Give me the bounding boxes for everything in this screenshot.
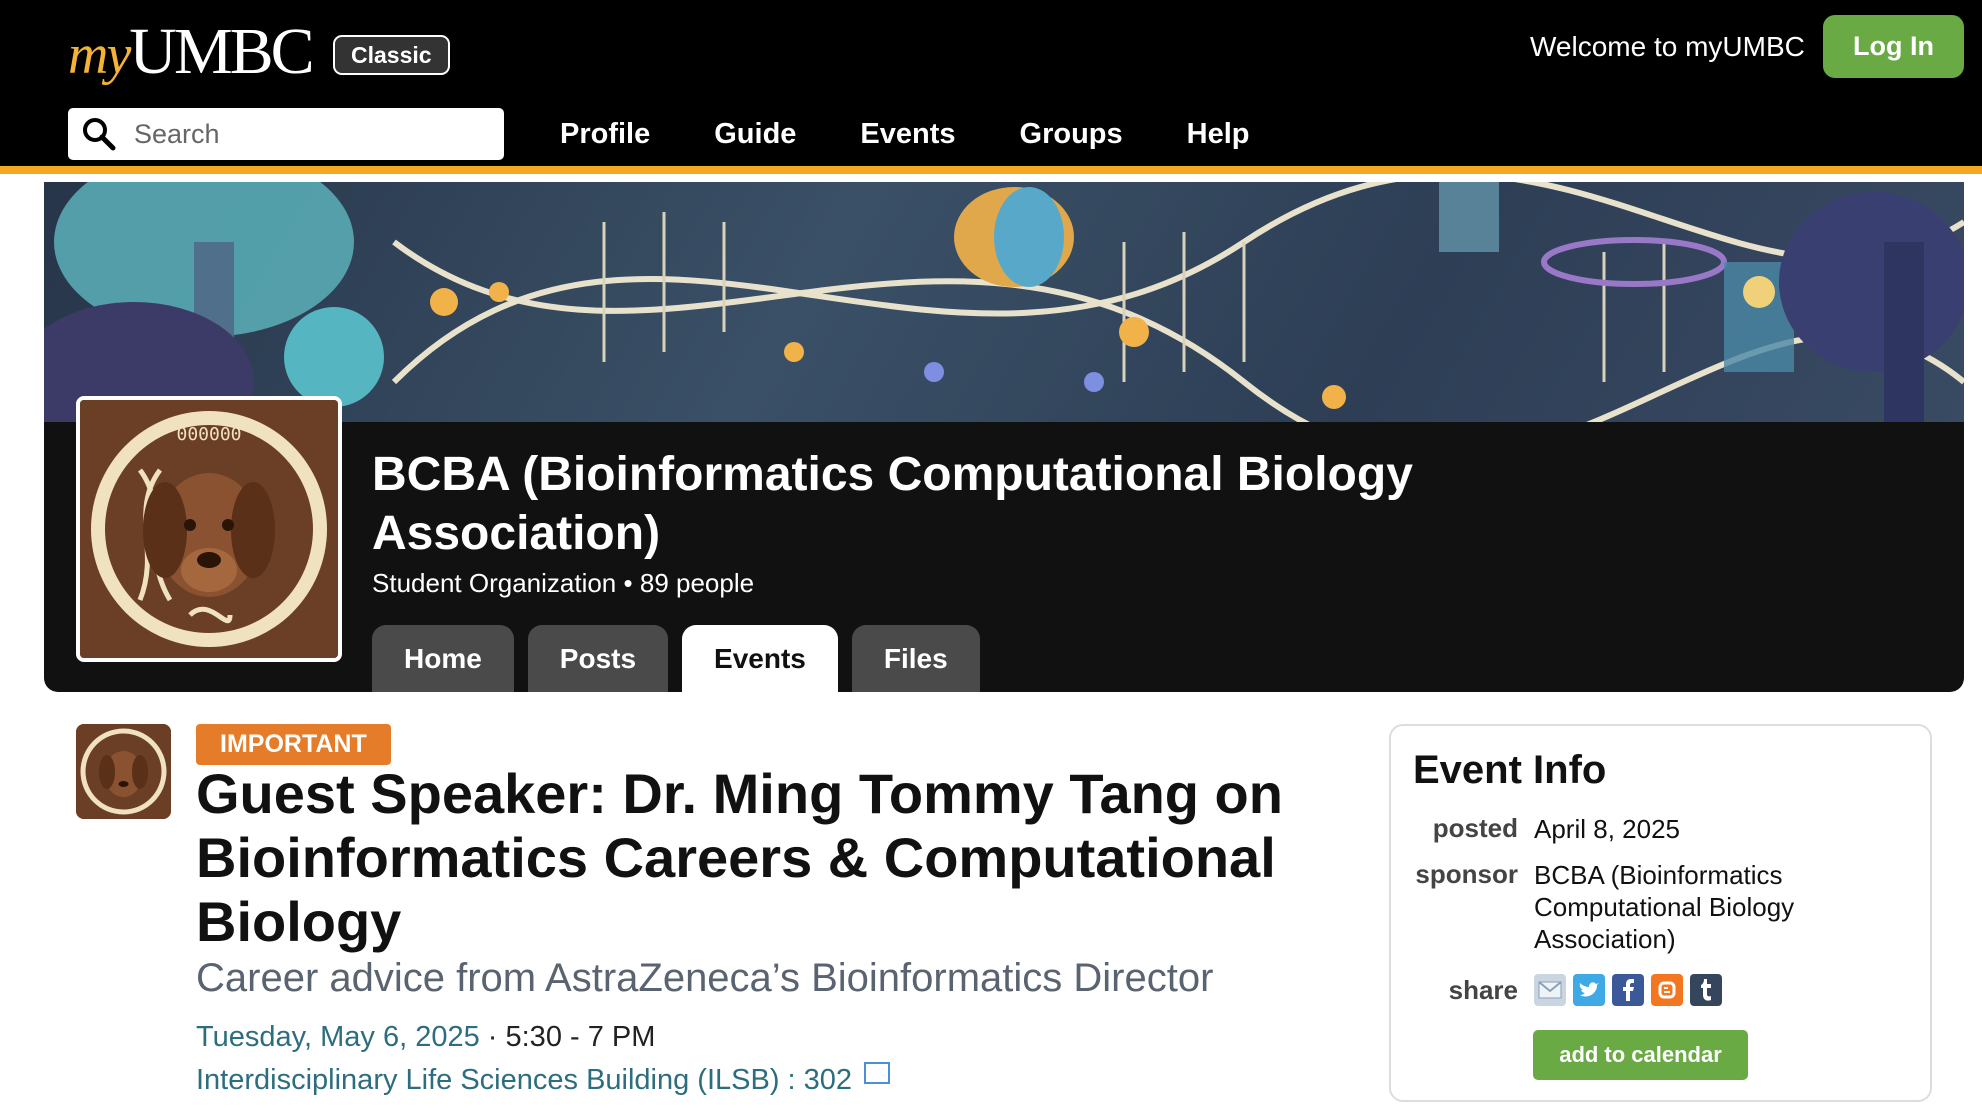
nav-guide[interactable]: Guide [714,113,796,155]
welcome-text: Welcome to myUMBC [1530,31,1805,62]
event-subtitle: Career advice from AstraZeneca’s Bioinfo… [196,956,1214,1000]
event-title: Guest Speaker: Dr. Ming Tommy Tang on Bi… [196,762,1283,953]
event-date[interactable]: Tuesday, May 6, 2025 [196,1021,480,1053]
posted-label: posted [1432,813,1518,843]
important-badge: IMPORTANT [196,724,391,765]
event-location-text[interactable]: Interdisciplinary Life Sciences Building… [196,1064,852,1097]
email-icon[interactable] [1534,974,1566,1006]
tab-posts[interactable]: Posts [527,625,669,692]
share-label: share [1448,974,1518,1005]
nav-help[interactable]: Help [1187,113,1250,155]
tab-home[interactable]: Home [372,625,514,692]
myumbc-logo[interactable]: my UMBC [68,14,315,88]
group-tabs: Home Posts Events Files [372,625,980,692]
classic-mode-badge[interactable]: Classic [333,35,450,75]
share-icons [1534,974,1722,1006]
posted-value: April 8, 2025 [1534,814,1680,844]
logo-prefix: my [68,24,131,86]
nav-profile[interactable]: Profile [560,113,650,155]
event-datetime: Tuesday, May 6, 2025 · 5:30 - 7 PM [196,1021,655,1054]
nav-groups[interactable]: Groups [1020,113,1123,155]
event-location[interactable]: Interdisciplinary Life Sciences Building… [196,1061,891,1097]
facebook-icon[interactable] [1612,974,1644,1006]
datetime-separator: · [479,1021,506,1053]
event-info-title: Event Info [1413,748,1607,792]
meta-separator: • [623,568,633,598]
sponsor-row: sponsor BCBA (Bioinformatics Computation… [1391,859,1834,955]
twitter-icon[interactable] [1573,974,1605,1006]
sponsor-value[interactable]: BCBA (Bioinformatics Computational Biolo… [1534,859,1834,955]
group-banner-image [44,182,1964,422]
group-member-count[interactable]: 89 people [640,568,754,598]
group-logo[interactable]: 000000 [76,396,342,662]
top-header: my UMBC Classic Welcome to myUMBC Log In… [0,0,1982,174]
add-to-calendar-button[interactable]: add to calendar [1533,1030,1748,1080]
sponsor-label: sponsor [1415,859,1518,889]
event-time: 5:30 - 7 PM [505,1021,656,1053]
group-meta: Student Organization • 89 people [372,568,754,599]
search-input[interactable] [132,117,496,151]
map-link-icon[interactable] [864,1061,891,1084]
login-button[interactable]: Log In [1823,15,1964,78]
posted-row: posted April 8, 2025 [1391,813,1834,845]
group-name: BCBA (Bioinformatics Computational Biolo… [372,448,1413,560]
svg-text:000000: 000000 [176,424,241,445]
tumblr-icon[interactable] [1690,974,1722,1006]
logo-name: UMBC [129,15,314,88]
tab-files[interactable]: Files [851,625,980,692]
search-icon [83,118,116,151]
main-nav: Profile Guide Events Groups Help [560,113,1314,155]
nav-events[interactable]: Events [860,113,955,155]
event-group-avatar[interactable] [76,724,171,819]
group-type: Student Organization [372,568,617,598]
share-row: share [1391,974,1722,1006]
event-info-card: Event Info posted April 8, 2025 sponsor … [1389,724,1932,1102]
search-box[interactable] [68,108,504,160]
tab-events[interactable]: Events [682,625,838,692]
blogger-icon[interactable] [1651,974,1683,1006]
